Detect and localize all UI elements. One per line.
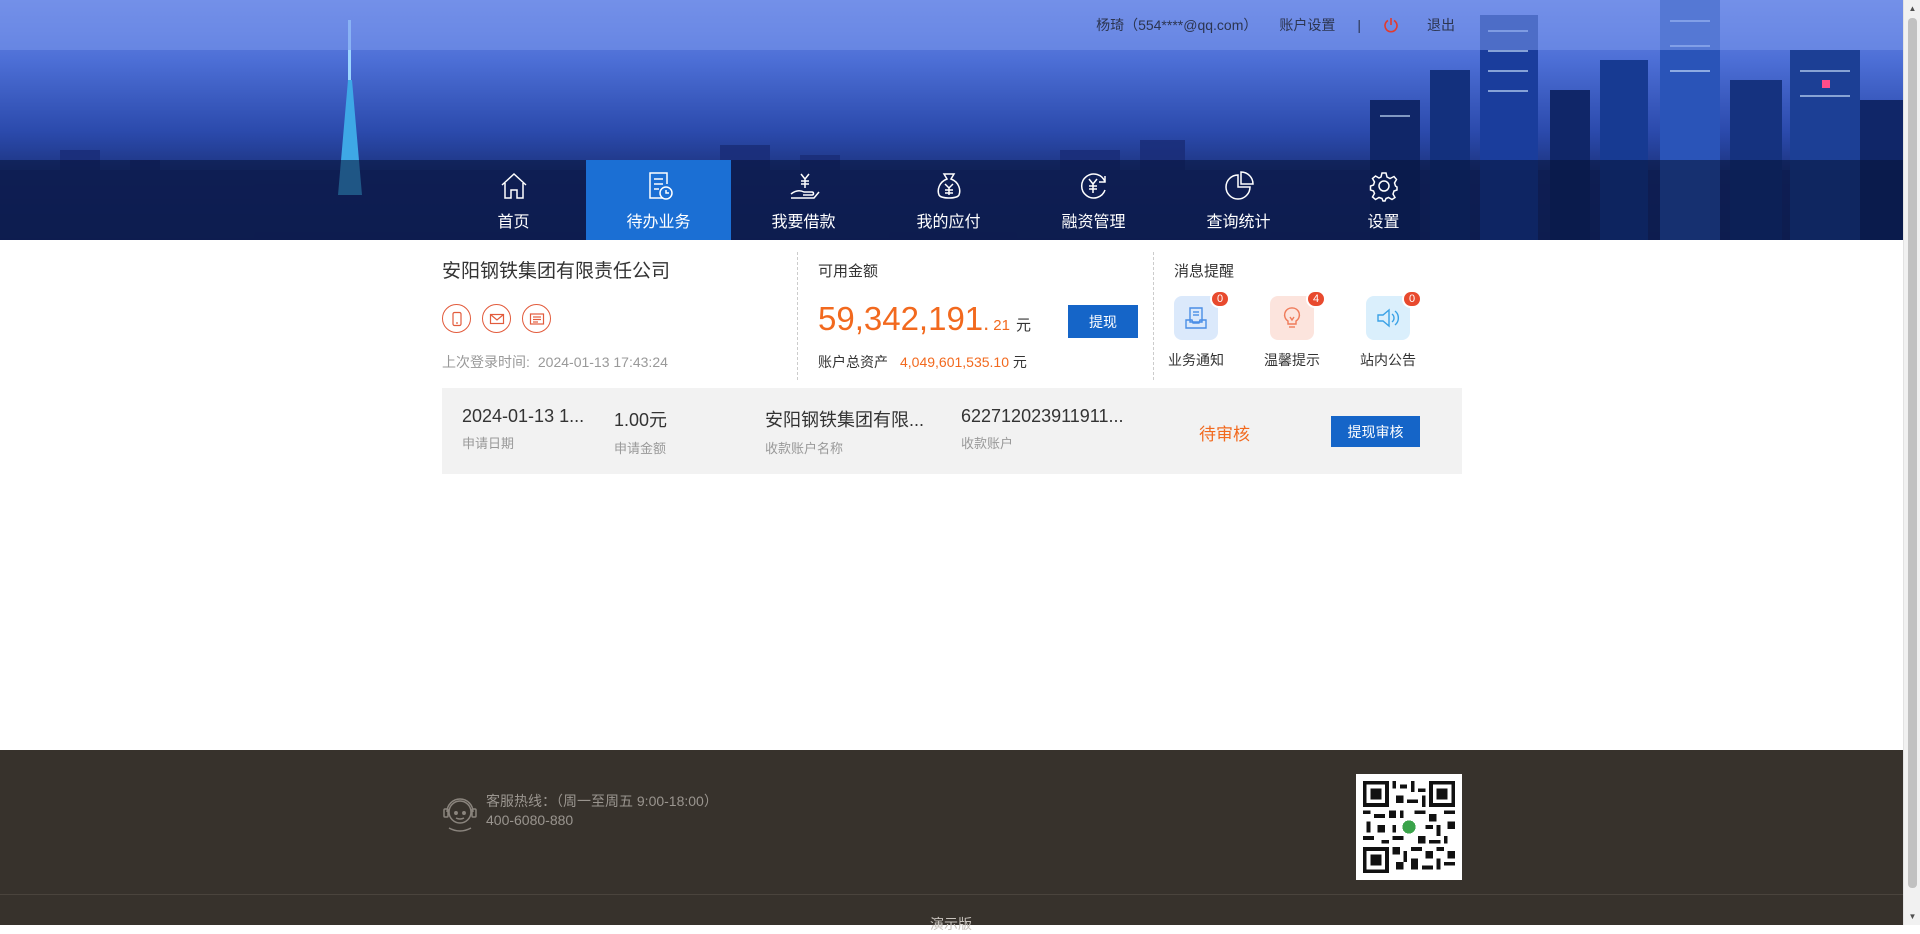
phone-button[interactable]: [442, 304, 471, 333]
apply-amount-col: 1.00元 申请金额: [614, 406, 734, 457]
msg-label: 温馨提示: [1264, 352, 1320, 368]
business-notice-item[interactable]: 0 业务通知: [1156, 290, 1236, 370]
contact-verification-icons: [442, 304, 562, 333]
balance-section: 可用金额 59,342,191. 21 元 提现 账户总资产 4,049,601,53…: [818, 252, 1138, 380]
withdraw-button[interactable]: 提现: [1068, 305, 1138, 338]
balance-decimal: 21: [993, 317, 1010, 334]
total-assets-label: 账户总资产: [818, 354, 888, 370]
todo-document-icon: [648, 172, 673, 200]
scroll-up-arrow-icon[interactable]: ▲: [1904, 0, 1920, 17]
money-bag-icon: [937, 173, 960, 199]
id-card-button[interactable]: [522, 304, 551, 333]
qr-code: [1356, 774, 1462, 880]
company-name: 安阳钢铁集团有限责任公司: [442, 261, 671, 282]
balance-unit: 元: [1015, 317, 1031, 334]
id-card-icon: [529, 312, 544, 325]
messages-section: 消息提醒 0 业务通知 4 温馨提示 0 站内公告: [1168, 252, 1464, 380]
nav-label: 我要借款: [771, 214, 836, 231]
nav-item-payables[interactable]: 我的应付: [876, 160, 1021, 240]
pending-task-row: 2024-01-13 1... 申请日期 1.00元 申请金额 安阳钢铁集团有限…: [442, 388, 1462, 474]
available-balance-amount: 59,342,191. 21 元: [818, 300, 1031, 338]
nav-item-loan[interactable]: 我要借款: [731, 160, 876, 240]
balance-integer: 59,342,191: [818, 300, 984, 337]
nav-item-home[interactable]: 首页: [441, 160, 586, 240]
payee-account-label: 收款账户: [961, 436, 1014, 451]
account-settings-link[interactable]: 账户设置: [1279, 15, 1335, 35]
pie-chart-icon: [1224, 171, 1254, 200]
withdraw-audit-button[interactable]: 提现审核: [1331, 416, 1420, 447]
nav-label: 首页: [497, 214, 530, 231]
power-icon: [1384, 18, 1398, 33]
badge-count: 0: [1402, 290, 1422, 308]
badge-count: 4: [1306, 290, 1326, 308]
nav-item-settings[interactable]: 设置: [1311, 160, 1456, 240]
messages-label: 消息提醒: [1174, 263, 1235, 280]
nav-label: 查询统计: [1206, 214, 1271, 231]
qr-code-image: [1363, 781, 1455, 873]
last-login-time: 2024-01-13 17:43:24: [537, 354, 668, 370]
footer: 客服热线：（周一至周五 9:00-18:00） 400-6080-880 演示版: [0, 750, 1903, 932]
payee-account-name: 安阳钢铁集团有限...: [765, 410, 925, 430]
total-assets-value: 4,049,601,535.10: [900, 354, 1009, 370]
last-login-label: 上次登录时间:: [442, 354, 530, 370]
nav-label: 融资管理: [1061, 214, 1126, 231]
balance-dot: .: [983, 310, 990, 335]
payee-account-col: 622712023911911... 收款账户: [961, 406, 1141, 452]
nav-item-financing[interactable]: 融资管理: [1021, 160, 1166, 240]
user-bar: 杨琦（554****@qq.com） 账户设置 | 退出: [1074, 14, 1455, 36]
email-icon: [489, 313, 504, 324]
home-icon: [500, 172, 527, 199]
msg-label: 站内公告: [1360, 352, 1416, 368]
payee-name-col: 安阳钢铁集团有限... 收款账户名称: [765, 406, 940, 457]
top-bar: [0, 0, 1903, 50]
speaker-icon: [1377, 308, 1399, 328]
user-info: 杨琦（554****@qq.com）: [1096, 17, 1258, 33]
customer-support: 客服热线：（周一至周五 9:00-18:00） 400-6080-880: [441, 790, 718, 832]
logout-label: 退出: [1427, 17, 1455, 33]
scroll-thumb[interactable]: [1908, 18, 1917, 888]
nav-item-query[interactable]: 查询统计: [1166, 160, 1311, 240]
vertical-scrollbar[interactable]: ▲ ▼: [1903, 0, 1920, 925]
warm-tips-item[interactable]: 4 温馨提示: [1252, 290, 1332, 370]
apply-date-col: 2024-01-13 1... 申请日期: [462, 406, 597, 452]
msg-label: 业务通知: [1168, 352, 1224, 368]
customer-service-icon: [443, 798, 477, 832]
nav-item-todo[interactable]: 待办业务: [586, 160, 731, 240]
separator: |: [1357, 17, 1361, 33]
lightbulb-icon: [1283, 307, 1301, 328]
nav-label: 我的应付: [916, 214, 981, 231]
available-balance-label: 可用金额: [818, 263, 879, 280]
apply-date-label: 申请日期: [462, 436, 515, 451]
total-assets-unit: 元: [1012, 354, 1027, 370]
footer-bottom-text: 演示版: [930, 916, 972, 932]
badge-count: 0: [1210, 290, 1230, 308]
business-notice-icon: [1185, 307, 1207, 329]
divider: [1153, 252, 1154, 380]
apply-amount: 1.00元: [614, 410, 668, 430]
nav-label: 设置: [1367, 214, 1400, 231]
scroll-down-arrow-icon[interactable]: ▼: [1904, 908, 1920, 925]
total-assets: 账户总资产 4,049,601,535.10 元: [818, 352, 1027, 372]
status-badge: 待审核: [1199, 425, 1250, 444]
logout-link[interactable]: 退出: [1383, 15, 1455, 35]
apply-amount-label: 申请金额: [614, 441, 667, 456]
hotline-label: 客服热线：（周一至周五 9:00-18:00）: [486, 793, 718, 809]
hotline-phone: 400-6080-880: [486, 812, 574, 828]
phone-icon: [451, 311, 462, 326]
yen-cycle-icon: [1080, 173, 1106, 199]
footer-divider: [0, 894, 1903, 895]
payee-account-name-label: 收款账户名称: [765, 441, 844, 456]
nav-label: 待办业务: [626, 214, 691, 231]
gear-icon: [1369, 172, 1398, 202]
loan-hand-icon: [790, 173, 820, 199]
payee-account: 622712023911911...: [961, 406, 1124, 426]
apply-date: 2024-01-13 1...: [462, 406, 585, 426]
main-nav: 首页 待办业务 我要借款 我的应付 融资管理 查询统计 设置: [0, 160, 1903, 240]
header-banner: 杨琦（554****@qq.com） 账户设置 | 退出 首页 待办业务 我要借…: [0, 0, 1903, 240]
account-summary: 安阳钢铁集团有限责任公司 上次登录时间: 2024-01-13 17:43:24 …: [442, 252, 1462, 382]
last-login: 上次登录时间: 2024-01-13 17:43:24: [442, 352, 668, 372]
email-button[interactable]: [482, 304, 511, 333]
divider: [797, 252, 798, 380]
announcement-item[interactable]: 0 站内公告: [1348, 290, 1428, 370]
